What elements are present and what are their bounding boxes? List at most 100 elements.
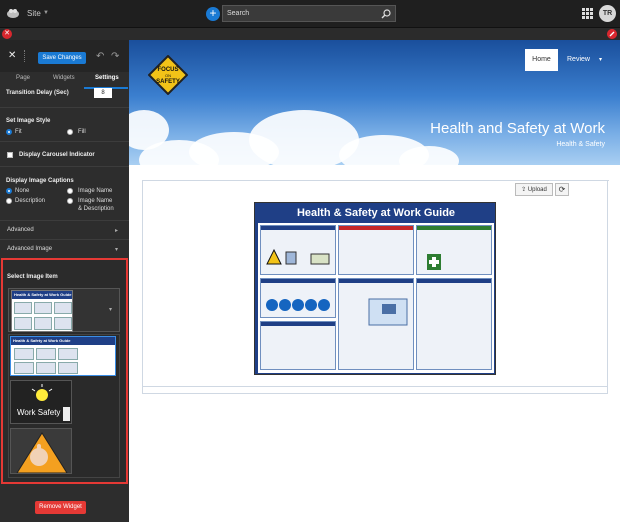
remove-widget-button[interactable]: Remove Widget xyxy=(35,501,86,514)
select-image-section: Select Image Item Health & Safety at Wor… xyxy=(1,258,128,484)
caption-description-label: Description xyxy=(15,198,46,204)
poster-title: Health & Safety at Work Guide xyxy=(296,207,456,219)
image-option-warning[interactable] xyxy=(10,428,72,474)
divider xyxy=(0,220,129,221)
option-title: Health & Safety at Work Guide xyxy=(13,338,71,343)
thumb-cell xyxy=(36,362,56,374)
close-panel-icon[interactable]: ✕ xyxy=(8,50,16,61)
tab-widgets[interactable]: Widgets xyxy=(53,75,75,81)
advanced-row[interactable]: Advanced xyxy=(7,227,34,233)
thumb-cell xyxy=(14,362,34,374)
pencil-icon[interactable] xyxy=(607,29,617,39)
poster-body xyxy=(258,223,494,373)
thumb-cell xyxy=(54,317,72,330)
cloud xyxy=(399,146,459,165)
image-option-work-safety[interactable]: Work Safety xyxy=(10,380,72,424)
workstation-illustration xyxy=(368,298,408,326)
search-input[interactable]: Search xyxy=(222,5,396,22)
nav-review[interactable]: Review xyxy=(567,56,590,63)
focus-on-safety-logo: FOCUS ON SAFETY xyxy=(148,55,188,95)
chevron-down-icon[interactable]: ▾ xyxy=(115,246,118,253)
search-icon[interactable] xyxy=(381,9,391,19)
work-safety-image xyxy=(11,381,71,423)
transition-delay-input[interactable]: 8 xyxy=(94,88,112,98)
thumb-cell xyxy=(14,348,34,360)
thumb-cell xyxy=(36,348,56,360)
image-option-guide[interactable]: Health & Safety at Work Guide xyxy=(10,336,116,376)
apps-grid-icon[interactable] xyxy=(582,8,593,19)
refresh-icon[interactable]: ⟳ xyxy=(555,183,569,196)
close-icon[interactable]: ✕ xyxy=(2,29,12,39)
widget-bottom-border xyxy=(142,386,608,387)
avatar[interactable]: TR xyxy=(599,5,616,22)
add-button[interactable]: + xyxy=(206,7,220,21)
save-changes-button[interactable]: Save Changes xyxy=(38,52,86,64)
radio-caption-description[interactable] xyxy=(6,198,12,204)
divider xyxy=(0,107,129,108)
radio-fit[interactable] xyxy=(6,129,12,135)
thumb-cell xyxy=(34,317,52,330)
divider xyxy=(0,239,129,240)
chevron-down-icon[interactable]: ▾ xyxy=(109,306,112,313)
thumb-cell xyxy=(14,302,32,314)
thumb-cell xyxy=(34,302,52,314)
work-safety-caption: Work Safety xyxy=(17,408,61,417)
logo-line-3: SAFETY xyxy=(156,79,180,85)
chevron-down-icon[interactable]: ▼ xyxy=(43,10,49,16)
carousel-image[interactable]: Health & Safety at Work Guide xyxy=(254,202,496,375)
top-bar: Site ▼ + Search TR xyxy=(0,0,620,28)
advanced-image-row[interactable]: Advanced Image xyxy=(7,246,52,252)
radio-fit-label: Fit xyxy=(15,129,22,135)
undo-icon[interactable]: ↶ xyxy=(96,51,104,62)
captions-label: Display Image Captions xyxy=(6,178,74,184)
thumb-cell xyxy=(14,317,32,330)
search-placeholder: Search xyxy=(227,10,250,17)
caption-name-description-label-2: & Description xyxy=(78,206,114,212)
hazard-sign-icon xyxy=(285,251,297,265)
image-style-label: Set Image Style xyxy=(6,118,51,124)
drag-handle[interactable] xyxy=(24,50,26,62)
divider xyxy=(0,141,129,142)
carousel-indicator-label: Display Carousel Indicator xyxy=(19,152,95,158)
nav-home[interactable]: Home xyxy=(525,49,558,71)
hero-title: Health and Safety at Work xyxy=(430,120,605,137)
select-image-label: Select Image Item xyxy=(7,274,58,280)
site-menu[interactable]: Site xyxy=(27,9,41,18)
thumb-cell xyxy=(58,348,78,360)
transition-delay-label: Transition Delay (Sec) xyxy=(6,90,69,96)
dropdown-thumbnail: Health & Safety at Work Guide xyxy=(11,290,73,332)
hazard-sign-icon xyxy=(310,253,330,265)
poster-panel xyxy=(416,278,492,370)
caption-name-description-label: Image Name xyxy=(78,198,113,204)
upload-icon: ⇪ xyxy=(521,187,527,193)
radio-fill-label: Fill xyxy=(78,129,86,135)
chevron-right-icon[interactable]: ▸ xyxy=(115,227,118,234)
chevron-down-icon[interactable]: ▾ xyxy=(599,56,602,63)
thumb-cell xyxy=(58,362,78,374)
redo-icon[interactable]: ↷ xyxy=(111,51,119,62)
app-logo-icon[interactable] xyxy=(6,7,20,19)
hero-subtitle: Health & Safety xyxy=(556,141,605,148)
warning-hand-image xyxy=(11,429,71,473)
caption-none-label: None xyxy=(15,188,30,194)
carousel-indicator-checkbox[interactable] xyxy=(7,152,13,158)
upload-label: Upload xyxy=(527,187,547,193)
caption-image-name-label: Image Name xyxy=(78,188,113,194)
first-aid-icon xyxy=(427,254,441,270)
thumb-cell xyxy=(54,302,72,314)
edit-strip xyxy=(0,28,620,40)
radio-caption-image-name[interactable] xyxy=(67,188,73,194)
poster-panel xyxy=(260,321,336,370)
thumb-title: Health & Safety at Work Guide xyxy=(14,292,72,297)
divider xyxy=(0,166,129,167)
ppe-icons xyxy=(266,299,330,311)
tab-settings[interactable]: Settings xyxy=(95,75,119,81)
tab-page[interactable]: Page xyxy=(16,75,30,81)
radio-caption-name-description[interactable] xyxy=(67,198,73,204)
radio-fill[interactable] xyxy=(67,129,73,135)
upload-button[interactable]: ⇪ Upload xyxy=(515,183,553,196)
page-canvas: FOCUS ON SAFETY Home Review ▾ Health and… xyxy=(129,40,620,522)
radio-caption-none[interactable] xyxy=(6,188,12,194)
panel-tabs: Page Widgets Settings xyxy=(0,72,129,88)
poster-panel xyxy=(338,225,414,275)
